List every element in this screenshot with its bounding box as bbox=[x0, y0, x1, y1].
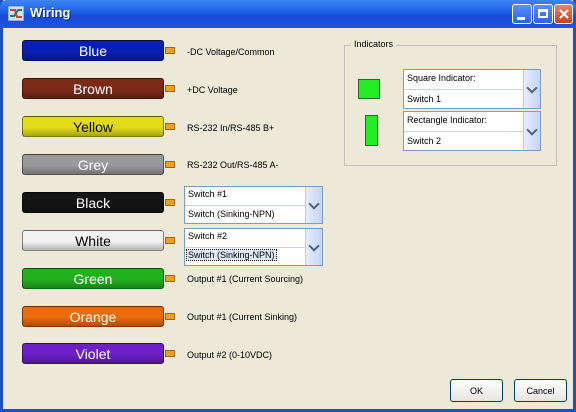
rectangle-indicator-value: Switch 2 bbox=[407, 136, 442, 146]
wire-connector-icon bbox=[165, 350, 175, 357]
black-wire-function-select[interactable]: Switch #1 Switch (Sinking-NPN) bbox=[184, 186, 323, 224]
wire-white: White bbox=[22, 230, 175, 251]
chevron-down-icon bbox=[526, 81, 538, 94]
wire-blue-label: Blue bbox=[78, 42, 108, 59]
wire-brown-swatch: Brown bbox=[22, 78, 164, 99]
wire-connector-icon bbox=[165, 237, 175, 244]
wire-grey: Grey bbox=[22, 154, 175, 175]
combo-divider bbox=[404, 89, 524, 90]
wire-violet-swatch: Violet bbox=[22, 343, 164, 364]
wire-connector-icon bbox=[165, 161, 175, 168]
maximize-icon bbox=[538, 9, 548, 18]
wire-violet: Violet bbox=[22, 343, 175, 364]
chevron-down-icon bbox=[308, 239, 320, 252]
wire-white-label: White bbox=[75, 232, 111, 249]
wire-orange-label: Orange bbox=[69, 308, 117, 325]
chevron-down-icon bbox=[308, 197, 320, 210]
wire-violet-description: Output #2 (0-10VDC) bbox=[187, 350, 273, 360]
wire-brown: Brown bbox=[22, 78, 175, 99]
rectangle-indicator-dropdown-button[interactable] bbox=[523, 112, 540, 150]
wire-green: Green bbox=[22, 268, 175, 289]
wiring-window: Wiring Blue -DC Voltage/Common Brown +DC… bbox=[0, 0, 576, 412]
wire-connector-icon bbox=[165, 85, 175, 92]
wire-connector-icon bbox=[165, 199, 175, 206]
close-button[interactable] bbox=[554, 4, 573, 24]
close-icon bbox=[559, 9, 569, 19]
wire-connector-icon bbox=[165, 47, 175, 54]
rectangle-indicator-title: Rectangle Indicator: bbox=[407, 115, 488, 125]
minimize-icon bbox=[517, 17, 525, 20]
maximize-button[interactable] bbox=[533, 4, 553, 24]
square-indicator-select[interactable]: Square Indicator: Switch 1 bbox=[403, 69, 541, 109]
wire-orange: Orange bbox=[22, 306, 175, 327]
square-indicator-dropdown-button[interactable] bbox=[523, 70, 540, 108]
wire-black-label: Black bbox=[75, 194, 111, 211]
wire-grey-description: RS-232 Out/RS-485 A- bbox=[187, 160, 279, 170]
black-wire-dropdown-button[interactable] bbox=[305, 187, 322, 223]
wire-yellow-swatch: Yellow bbox=[22, 116, 164, 137]
chevron-down-icon bbox=[526, 123, 538, 136]
wire-grey-swatch: Grey bbox=[22, 154, 164, 175]
combo-divider bbox=[185, 247, 306, 248]
wire-connector-icon bbox=[165, 123, 175, 130]
wire-black-swatch: Black bbox=[22, 192, 164, 213]
wire-green-swatch: Green bbox=[22, 268, 164, 289]
rectangle-indicator-select[interactable]: Rectangle Indicator: Switch 2 bbox=[403, 111, 541, 151]
window-title: Wiring bbox=[30, 5, 71, 20]
wire-brown-label: Brown bbox=[73, 80, 113, 97]
wire-blue: Blue bbox=[22, 40, 175, 61]
square-indicator-swatch bbox=[358, 79, 380, 99]
combo-divider bbox=[185, 205, 306, 206]
title-bar[interactable]: Wiring bbox=[0, 0, 576, 28]
wire-orange-swatch: Orange bbox=[22, 306, 164, 327]
combo-divider bbox=[404, 131, 524, 132]
square-indicator-title: Square Indicator: bbox=[407, 73, 476, 83]
wire-connector-icon bbox=[165, 275, 175, 282]
wire-white-swatch: White bbox=[22, 230, 164, 251]
cancel-button[interactable]: Cancel bbox=[514, 379, 567, 402]
ok-button[interactable]: OK bbox=[450, 379, 503, 402]
minimize-button[interactable] bbox=[512, 4, 532, 24]
wire-black: Black bbox=[22, 192, 175, 213]
wire-blue-swatch: Blue bbox=[22, 40, 164, 61]
black-wire-switch-value: Switch (Sinking-NPN) bbox=[188, 209, 275, 219]
wire-orange-description: Output #1 (Current Sinking) bbox=[187, 312, 298, 322]
white-wire-switch-value: Switch (Sinking-NPN) bbox=[186, 249, 277, 261]
wire-connector-icon bbox=[165, 313, 175, 320]
wire-blue-description: -DC Voltage/Common bbox=[187, 47, 275, 57]
white-wire-dropdown-button[interactable] bbox=[305, 229, 322, 265]
square-indicator-value: Switch 1 bbox=[407, 94, 442, 104]
wire-yellow-label: Yellow bbox=[73, 118, 113, 135]
cancel-button-label: Cancel bbox=[526, 385, 555, 396]
black-wire-switch-title: Switch #1 bbox=[188, 189, 228, 199]
wire-yellow: Yellow bbox=[22, 116, 175, 137]
wire-brown-description: +DC Voltage bbox=[187, 85, 238, 95]
wire-green-label: Green bbox=[73, 270, 113, 287]
wiring-app-icon bbox=[8, 6, 24, 21]
white-wire-function-select[interactable]: Switch #2 Switch (Sinking-NPN) bbox=[184, 228, 323, 266]
wire-yellow-description: RS-232 In/RS-485 B+ bbox=[187, 123, 275, 133]
rectangle-indicator-swatch bbox=[365, 115, 378, 146]
wire-violet-label: Violet bbox=[75, 345, 111, 362]
indicators-group-label: Indicators bbox=[351, 39, 397, 49]
wire-grey-label: Grey bbox=[77, 156, 109, 173]
white-wire-switch-title: Switch #2 bbox=[188, 231, 228, 241]
wire-green-description: Output #1 (Current Sourcing) bbox=[187, 274, 304, 284]
ok-button-label: OK bbox=[469, 385, 483, 396]
